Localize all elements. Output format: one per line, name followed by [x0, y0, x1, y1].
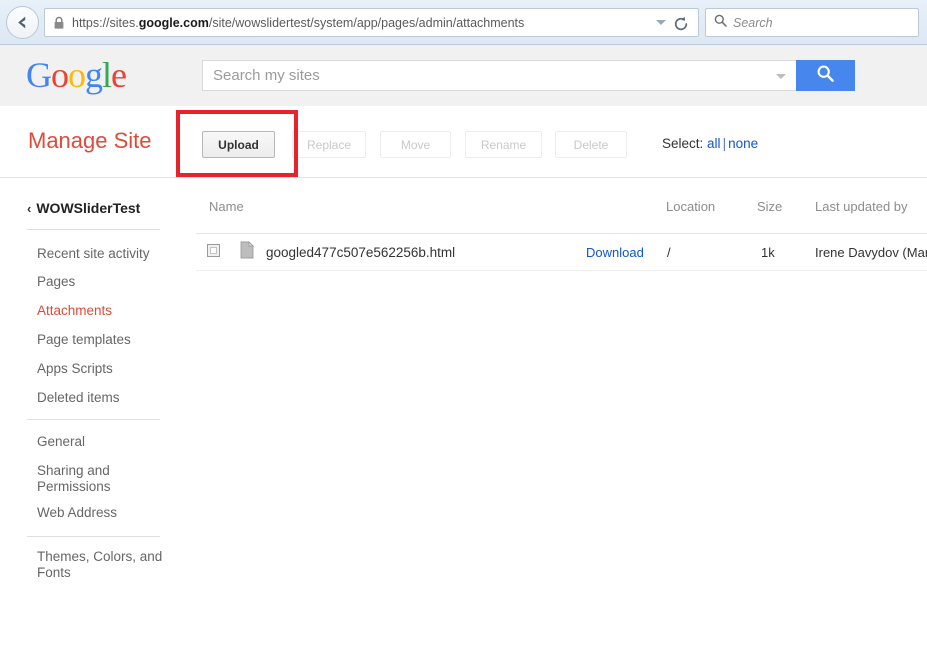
column-header-name[interactable]: Name	[209, 199, 244, 214]
sidebar-site-name-label: WOWSliderTest	[36, 200, 141, 216]
back-arrow-icon	[13, 13, 32, 32]
search-icon	[714, 14, 727, 32]
document-icon	[240, 240, 255, 264]
url-text: https://sites.google.com/site/wowslidert…	[72, 15, 525, 30]
browser-search-box[interactable]: Search	[705, 8, 919, 37]
replace-button: Replace	[292, 131, 366, 158]
site-search-dropdown-icon[interactable]	[776, 74, 786, 79]
row-download-link[interactable]: Download	[586, 245, 644, 260]
select-label: Select:	[662, 136, 704, 151]
row-location: /	[667, 245, 671, 260]
page-title: Manage Site	[28, 128, 152, 153]
reload-icon[interactable]	[672, 15, 690, 33]
attachments-table: Name Location Size Last updated by googl…	[196, 178, 927, 654]
chevron-left-icon: ‹	[27, 200, 32, 216]
site-search-input[interactable]: Search my sites	[202, 60, 796, 91]
table-header-row: Name Location Size Last updated by	[196, 199, 927, 234]
sidebar-item-attachments[interactable]: Attachments	[37, 303, 172, 319]
sidebar-divider	[27, 229, 160, 230]
logo-letter: o	[51, 55, 69, 95]
table-row[interactable]: googled477c507e562256b.html Download / 1…	[196, 234, 927, 271]
sidebar-item-web-address[interactable]: Web Address	[37, 505, 172, 521]
row-updated-by: Irene Davydov (Mar	[815, 245, 927, 260]
site-search-button[interactable]	[796, 60, 855, 91]
site-search-placeholder: Search my sites	[213, 67, 320, 84]
select-all-link[interactable]: all	[707, 136, 721, 151]
rename-button: Rename	[465, 131, 542, 158]
sidebar-item-recent-site-activity[interactable]: Recent site activity	[37, 246, 172, 262]
sidebar-divider	[27, 419, 160, 420]
logo-letter: o	[68, 55, 86, 95]
logo-letter: g	[85, 55, 103, 95]
browser-back-button[interactable]	[6, 6, 39, 39]
sidebar-item-page-templates[interactable]: Page templates	[37, 332, 172, 348]
url-bar[interactable]: https://sites.google.com/site/wowslidert…	[44, 8, 699, 37]
logo-letter: l	[102, 55, 112, 95]
select-divider: |	[722, 136, 727, 151]
sidebar-item-deleted-items[interactable]: Deleted items	[37, 390, 172, 406]
browser-chrome: https://sites.google.com/site/wowslidert…	[0, 0, 927, 45]
browser-search-placeholder: Search	[733, 15, 773, 30]
upload-button[interactable]: Upload	[202, 131, 275, 158]
sidebar-site-name[interactable]: ‹ WOWSliderTest	[27, 200, 140, 216]
url-dropdown-icon[interactable]	[656, 20, 666, 25]
select-controls: Select: all | none	[662, 136, 758, 151]
sidebar-item-themes-colors-and-fonts[interactable]: Themes, Colors, and Fonts	[37, 549, 165, 581]
column-header-last-updated-by[interactable]: Last updated by	[815, 199, 908, 214]
sidebar-divider	[27, 536, 160, 537]
search-icon	[816, 64, 835, 88]
delete-button: Delete	[555, 131, 627, 158]
padlock-icon	[53, 16, 65, 30]
column-header-size[interactable]: Size	[757, 199, 782, 214]
logo-letter: G	[26, 55, 52, 95]
site-search: Search my sites	[202, 60, 855, 91]
select-none-link[interactable]: none	[728, 136, 758, 151]
sidebar-item-sharing-and-permissions[interactable]: Sharing and Permissions	[37, 463, 117, 495]
move-button: Move	[380, 131, 451, 158]
sidebar-item-apps-scripts[interactable]: Apps Scripts	[37, 361, 172, 377]
row-select-checkbox[interactable]	[207, 244, 220, 257]
row-size: 1k	[761, 245, 775, 260]
logo-letter: e	[111, 55, 127, 95]
column-header-location[interactable]: Location	[666, 199, 715, 214]
sidebar-item-general[interactable]: General	[37, 434, 172, 450]
google-logo[interactable]: Google	[26, 54, 127, 96]
row-file-name[interactable]: googled477c507e562256b.html	[266, 245, 455, 260]
sidebar-item-pages[interactable]: Pages	[37, 274, 172, 290]
